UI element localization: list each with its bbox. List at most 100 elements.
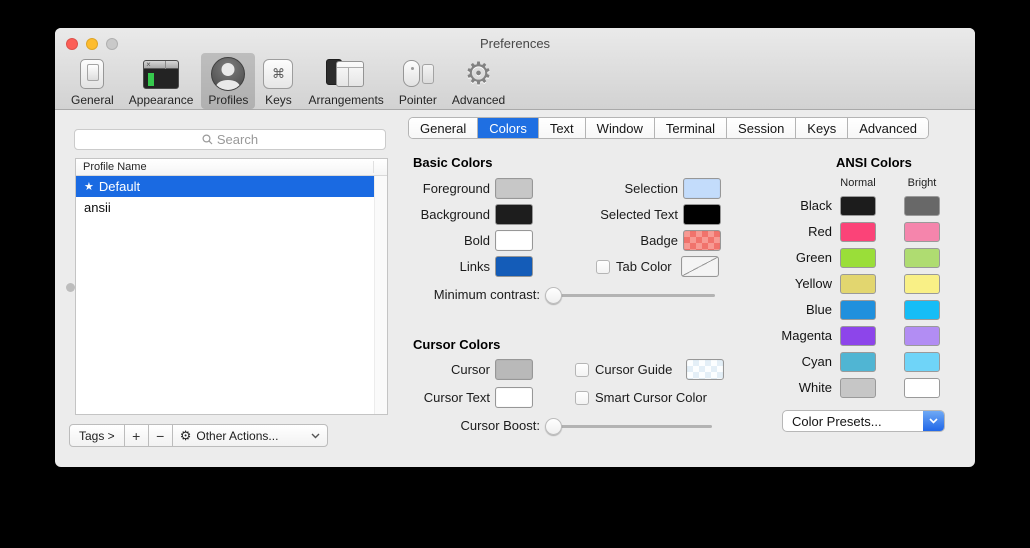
minimum-contrast-slider[interactable] xyxy=(545,285,715,305)
toolbar-item-advanced[interactable]: ⚙ Advanced xyxy=(445,53,512,109)
search-input[interactable]: Search xyxy=(74,129,386,150)
ansi-red-bright-well[interactable] xyxy=(904,222,940,242)
toolbar-label-arrangements: Arrangements xyxy=(308,93,383,107)
add-profile-button[interactable]: + xyxy=(124,424,149,447)
background-label: Background xyxy=(405,207,490,222)
toolbar-label-advanced: Advanced xyxy=(452,93,505,107)
ansi-green-bright-well[interactable] xyxy=(904,248,940,268)
profile-list-scrollbar[interactable] xyxy=(374,176,387,414)
ansi-magenta-label: Magenta xyxy=(745,326,832,346)
cursor-color-well[interactable] xyxy=(495,359,533,380)
profile-row-ansii[interactable]: ansii xyxy=(76,197,374,218)
tab-general[interactable]: General xyxy=(409,118,477,138)
content-area: Search Profile Name ★ Default ansii T xyxy=(55,111,975,467)
ansi-blue-label: Blue xyxy=(745,300,832,320)
ansi-blue-bright-well[interactable] xyxy=(904,300,940,320)
cursor-guide-color-well[interactable] xyxy=(686,359,724,380)
ansi-black-bright-well[interactable] xyxy=(904,196,940,216)
desktop: { "window": { "title": "Preferences" }, … xyxy=(0,0,1030,548)
ansi-yellow-normal-well[interactable] xyxy=(840,274,876,294)
keys-icon: ⌘ xyxy=(263,56,293,92)
toolbar-item-pointer[interactable]: Pointer xyxy=(392,53,444,109)
gear-icon: ⚙ xyxy=(180,428,192,444)
selected-text-color-well[interactable] xyxy=(683,204,721,225)
arrangements-icon xyxy=(326,56,366,92)
color-presets-label: Color Presets... xyxy=(783,414,882,429)
ansi-yellow-label: Yellow xyxy=(745,274,832,294)
other-actions-dropdown[interactable]: ⚙ Other Actions... xyxy=(172,424,328,447)
selection-color-well[interactable] xyxy=(683,178,721,199)
tags-button[interactable]: Tags > xyxy=(69,424,125,447)
toolbar-item-profiles[interactable]: Profiles xyxy=(201,53,255,109)
search-placeholder: Search xyxy=(217,132,258,147)
search-icon xyxy=(202,134,213,145)
toolbar-label-appearance: Appearance xyxy=(129,93,194,107)
general-icon xyxy=(80,56,104,92)
ansi-white-normal-well[interactable] xyxy=(840,378,876,398)
profile-row-default[interactable]: ★ Default xyxy=(76,176,374,197)
cursor-boost-slider[interactable] xyxy=(545,416,712,436)
ansi-cyan-normal-well[interactable] xyxy=(840,352,876,372)
cursor-text-color-well[interactable] xyxy=(495,387,533,408)
toolbar-label-general: General xyxy=(71,93,114,107)
foreground-color-well[interactable] xyxy=(495,178,533,199)
bold-color-well[interactable] xyxy=(495,230,533,251)
ansi-cyan-bright-well[interactable] xyxy=(904,352,940,372)
toolbar: General × Appearance Profiles ⌘ Keys xyxy=(64,53,513,109)
tab-color-label: Tab Color xyxy=(616,259,672,274)
background-color-well[interactable] xyxy=(495,204,533,225)
ansi-normal-column-header: Normal xyxy=(840,177,876,189)
links-color-well[interactable] xyxy=(495,256,533,277)
tab-text[interactable]: Text xyxy=(538,118,585,138)
advanced-gear-icon: ⚙ xyxy=(465,56,493,92)
color-presets-dropdown[interactable]: Color Presets... xyxy=(782,410,945,432)
cursor-colors-title: Cursor Colors xyxy=(413,337,500,352)
tab-color-checkbox[interactable] xyxy=(596,260,610,274)
tab-colors[interactable]: Colors xyxy=(477,118,538,138)
ansi-green-label: Green xyxy=(745,248,832,268)
column-divider xyxy=(373,161,374,173)
smart-cursor-color-label: Smart Cursor Color xyxy=(595,390,707,405)
tab-window[interactable]: Window xyxy=(585,118,654,138)
ansi-white-bright-well[interactable] xyxy=(904,378,940,398)
slider-track[interactable] xyxy=(545,294,715,297)
ansi-black-normal-well[interactable] xyxy=(840,196,876,216)
minimum-contrast-label: Minimum contrast: xyxy=(405,287,540,302)
tab-terminal[interactable]: Terminal xyxy=(654,118,726,138)
slider-knob[interactable] xyxy=(545,418,562,435)
ansi-yellow-bright-well[interactable] xyxy=(904,274,940,294)
ansi-magenta-normal-well[interactable] xyxy=(840,326,876,346)
ansi-blue-normal-well[interactable] xyxy=(840,300,876,320)
toolbar-item-appearance[interactable]: × Appearance xyxy=(122,53,201,109)
other-actions-label: Other Actions... xyxy=(196,429,278,443)
toolbar-item-arrangements[interactable]: Arrangements xyxy=(301,53,390,109)
cursor-guide-checkbox[interactable] xyxy=(575,363,589,377)
remove-profile-button[interactable]: − xyxy=(148,424,173,447)
profile-list: Profile Name ★ Default ansii xyxy=(75,158,388,415)
slider-track[interactable] xyxy=(545,425,712,428)
ansi-red-label: Red xyxy=(745,222,832,242)
plus-icon: + xyxy=(132,428,140,444)
smart-cursor-color-checkbox[interactable] xyxy=(575,391,589,405)
tab-color-well[interactable] xyxy=(681,256,719,277)
tab-session[interactable]: Session xyxy=(726,118,795,138)
ansi-black-label: Black xyxy=(745,196,832,216)
selection-label: Selection xyxy=(555,181,678,196)
ansi-red-normal-well[interactable] xyxy=(840,222,876,242)
default-star-icon: ★ xyxy=(84,180,94,193)
cursor-label: Cursor xyxy=(405,362,490,377)
command-glyph: ⌘ xyxy=(272,66,285,82)
ansi-magenta-bright-well[interactable] xyxy=(904,326,940,346)
slider-knob[interactable] xyxy=(545,287,562,304)
tab-advanced[interactable]: Advanced xyxy=(847,118,928,138)
profile-actions-group: Tags > + − ⚙ Other Actions... xyxy=(69,424,328,447)
toolbar-item-general[interactable]: General xyxy=(64,53,121,109)
bold-label: Bold xyxy=(405,233,490,248)
toolbar-item-keys[interactable]: ⌘ Keys xyxy=(256,53,300,109)
profile-list-header[interactable]: Profile Name xyxy=(76,159,387,176)
badge-color-well[interactable] xyxy=(683,230,721,251)
ansi-green-normal-well[interactable] xyxy=(840,248,876,268)
tab-keys[interactable]: Keys xyxy=(795,118,847,138)
chevron-down-icon xyxy=(311,433,320,439)
minus-icon: − xyxy=(156,428,164,444)
